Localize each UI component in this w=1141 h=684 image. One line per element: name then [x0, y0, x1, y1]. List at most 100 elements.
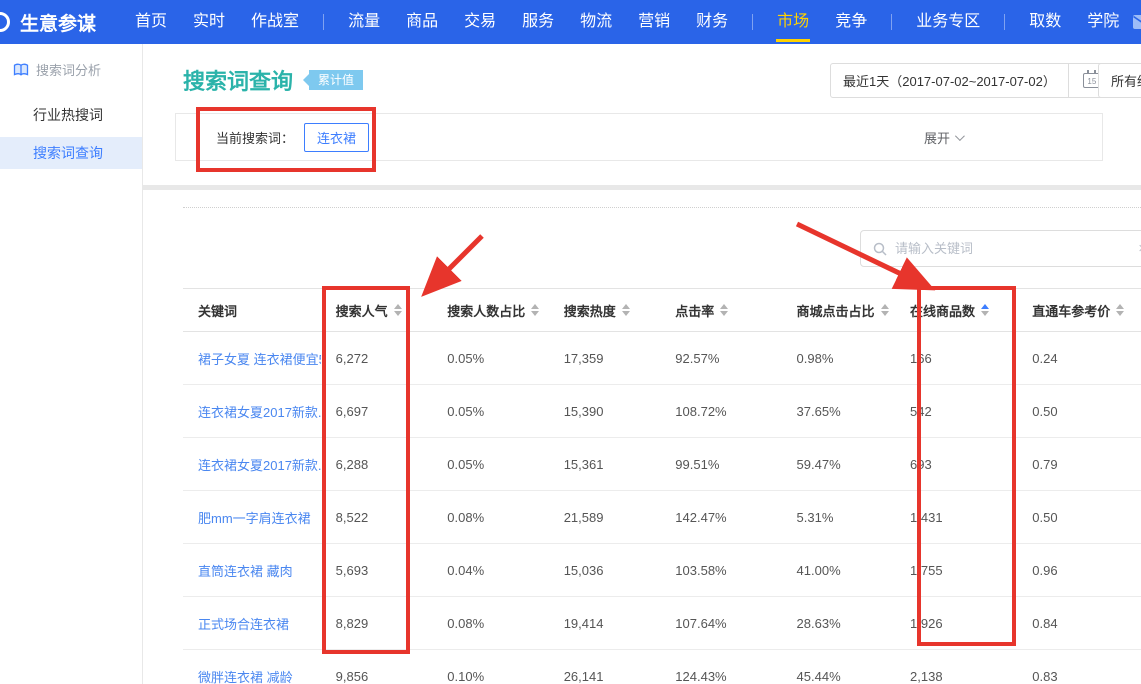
- cell-click-rate: 108.72%: [660, 404, 781, 419]
- sidebar-section-label: 搜索词分析: [36, 60, 101, 79]
- cell-click-rate: 124.43%: [660, 669, 781, 684]
- nav-item-home[interactable]: 首页: [122, 0, 180, 44]
- nav-item-logistics[interactable]: 物流: [567, 0, 625, 44]
- sort-icon[interactable]: [622, 304, 630, 316]
- page-title: 搜索词查询: [183, 64, 293, 96]
- cell-search-heat: 15,361: [549, 457, 661, 472]
- keyword-search-box: ×: [860, 230, 1141, 267]
- logo-icon: [0, 12, 10, 32]
- cell-ztc-price: 0.50: [1017, 404, 1141, 419]
- column-header-keyword: 关键词: [183, 301, 321, 320]
- cell-search-popularity: 8,829: [321, 616, 433, 631]
- cell-searcher-ratio: 0.05%: [432, 351, 548, 366]
- terminal-filter-dropdown[interactable]: 所有终端: [1098, 63, 1141, 98]
- table-row: 肥mm一字肩连衣裙 8,522 0.08% 21,589 142.47% 5.3…: [183, 491, 1141, 544]
- nav-item-product[interactable]: 商品: [393, 0, 451, 44]
- cell-ztc-price: 0.50: [1017, 510, 1141, 525]
- keyword-link[interactable]: 连衣裙女夏2017新款...: [183, 402, 321, 421]
- keyword-link[interactable]: 肥mm一字肩连衣裙: [183, 508, 321, 527]
- cell-searcher-ratio: 0.04%: [432, 563, 548, 578]
- column-header-search-popularity[interactable]: 搜索人气: [321, 301, 433, 320]
- cell-click-rate: 99.51%: [660, 457, 781, 472]
- content-card: × 关键词 搜索人气 搜索人数占比 搜索热度: [143, 190, 1141, 684]
- cell-searcher-ratio: 0.10%: [432, 669, 548, 684]
- nav-divider: [752, 14, 753, 30]
- table-row: 直筒连衣裙 藏肉 5,693 0.04% 15,036 103.58% 41.0…: [183, 544, 1141, 597]
- nav-item-finance[interactable]: 财务: [683, 0, 741, 44]
- column-header-online-products[interactable]: 在线商品数: [895, 301, 1017, 320]
- search-input[interactable]: [895, 241, 1130, 256]
- cell-ztc-price: 0.84: [1017, 616, 1141, 631]
- column-header-click-rate[interactable]: 点击率: [660, 301, 781, 320]
- sort-icon[interactable]: [531, 304, 539, 316]
- nav-item-trade[interactable]: 交易: [451, 0, 509, 44]
- cell-mall-click-ratio: 37.65%: [782, 404, 896, 419]
- terminal-filter-text: 所有终端: [1111, 71, 1141, 90]
- cell-mall-click-ratio: 59.47%: [782, 457, 896, 472]
- cell-mall-click-ratio: 0.98%: [782, 351, 896, 366]
- keyword-link[interactable]: 微胖连衣裙 减龄: [183, 667, 321, 684]
- keyword-link[interactable]: 连衣裙女夏2017新款...: [183, 455, 321, 474]
- top-nav: 生意参谋 首页 实时 作战室 流量 商品 交易 服务 物流 营销 财务 市场 竞…: [0, 0, 1141, 44]
- table-row: 连衣裙女夏2017新款... 6,288 0.05% 15,361 99.51%…: [183, 438, 1141, 491]
- nav-item-marketing[interactable]: 营销: [625, 0, 683, 44]
- sort-icon[interactable]: [1116, 304, 1124, 316]
- cell-search-heat: 15,036: [549, 563, 661, 578]
- cell-search-popularity: 5,693: [321, 563, 433, 578]
- search-icon: [873, 242, 887, 256]
- cell-online-products: 166: [895, 351, 1017, 366]
- column-header-mall-click-ratio[interactable]: 商城点击占比: [782, 301, 896, 320]
- column-header-search-heat[interactable]: 搜索热度: [549, 301, 661, 320]
- nav-item-data-fetch[interactable]: 取数: [1016, 0, 1074, 44]
- current-search-word-label: 当前搜索词：: [216, 128, 294, 147]
- date-range-selector[interactable]: 最近1天（2017-07-02~2017-07-02）: [830, 63, 1069, 98]
- page-header-section: 搜索词查询 累计值 最近1天（2017-07-02~2017-07-02） 15…: [143, 44, 1141, 185]
- cell-search-heat: 15,390: [549, 404, 661, 419]
- sort-icon[interactable]: [394, 304, 402, 316]
- cell-searcher-ratio: 0.05%: [432, 457, 548, 472]
- cell-searcher-ratio: 0.05%: [432, 404, 548, 419]
- cell-searcher-ratio: 0.08%: [432, 510, 548, 525]
- keyword-link[interactable]: 正式场合连衣裙: [183, 614, 321, 633]
- cell-online-products: 542: [895, 404, 1017, 419]
- sort-icon[interactable]: [720, 304, 728, 316]
- dotted-divider: [183, 207, 1141, 208]
- cell-search-heat: 26,141: [549, 669, 661, 684]
- table-row: 裙子女夏 连衣裙便宜5... 6,272 0.05% 17,359 92.57%…: [183, 332, 1141, 385]
- nav-item-competition[interactable]: 竞争: [822, 0, 880, 44]
- date-range-text: 最近1天（2017-07-02~2017-07-02）: [843, 71, 1056, 90]
- sidebar-section-header: 搜索词分析: [0, 44, 142, 79]
- app-logo[interactable]: 生意参谋: [0, 9, 96, 36]
- column-header-searcher-ratio[interactable]: 搜索人数占比: [432, 301, 548, 320]
- sidebar-item-search-word-query[interactable]: 搜索词查询: [0, 137, 142, 169]
- search-word-tag[interactable]: 连衣裙: [304, 123, 369, 152]
- logo-text: 生意参谋: [20, 9, 96, 36]
- nav-item-warroom[interactable]: 作战室: [238, 0, 312, 44]
- sidebar-item-industry-hot-words[interactable]: 行业热搜词: [0, 99, 142, 131]
- keyword-link[interactable]: 直筒连衣裙 藏肉: [183, 561, 321, 580]
- nav-item-realtime[interactable]: 实时: [180, 0, 238, 44]
- mail-icon[interactable]: [1132, 14, 1141, 30]
- expand-link[interactable]: 展开: [924, 128, 962, 147]
- nav-item-market-active[interactable]: 市场: [764, 0, 822, 44]
- cell-search-popularity: 6,272: [321, 351, 433, 366]
- nav-item-traffic[interactable]: 流量: [335, 0, 393, 44]
- nav-item-academy[interactable]: 学院: [1074, 0, 1132, 44]
- cell-search-popularity: 9,856: [321, 669, 433, 684]
- cell-ztc-price: 0.79: [1017, 457, 1141, 472]
- cell-searcher-ratio: 0.08%: [432, 616, 548, 631]
- keyword-link[interactable]: 裙子女夏 连衣裙便宜5...: [183, 349, 321, 368]
- nav-item-business-zone[interactable]: 业务专区: [903, 0, 993, 44]
- nav-item-service[interactable]: 服务: [509, 0, 567, 44]
- sort-icon[interactable]: [881, 304, 889, 316]
- sidebar-menu: 行业热搜词 搜索词查询: [0, 99, 142, 169]
- cell-click-rate: 107.64%: [660, 616, 781, 631]
- cell-search-popularity: 6,288: [321, 457, 433, 472]
- cell-search-heat: 17,359: [549, 351, 661, 366]
- table-header-row: 关键词 搜索人气 搜索人数占比 搜索热度 点击率: [183, 288, 1141, 332]
- cell-online-products: 2,138: [895, 669, 1017, 684]
- sort-icon-active-asc[interactable]: [981, 304, 989, 316]
- nav-menu: 首页 实时 作战室 流量 商品 交易 服务 物流 营销 财务 市场 竞争 业务专…: [122, 0, 1132, 44]
- column-header-ztc-reference-price[interactable]: 直通车参考价: [1017, 301, 1141, 320]
- table-row: 连衣裙女夏2017新款... 6,697 0.05% 15,390 108.72…: [183, 385, 1141, 438]
